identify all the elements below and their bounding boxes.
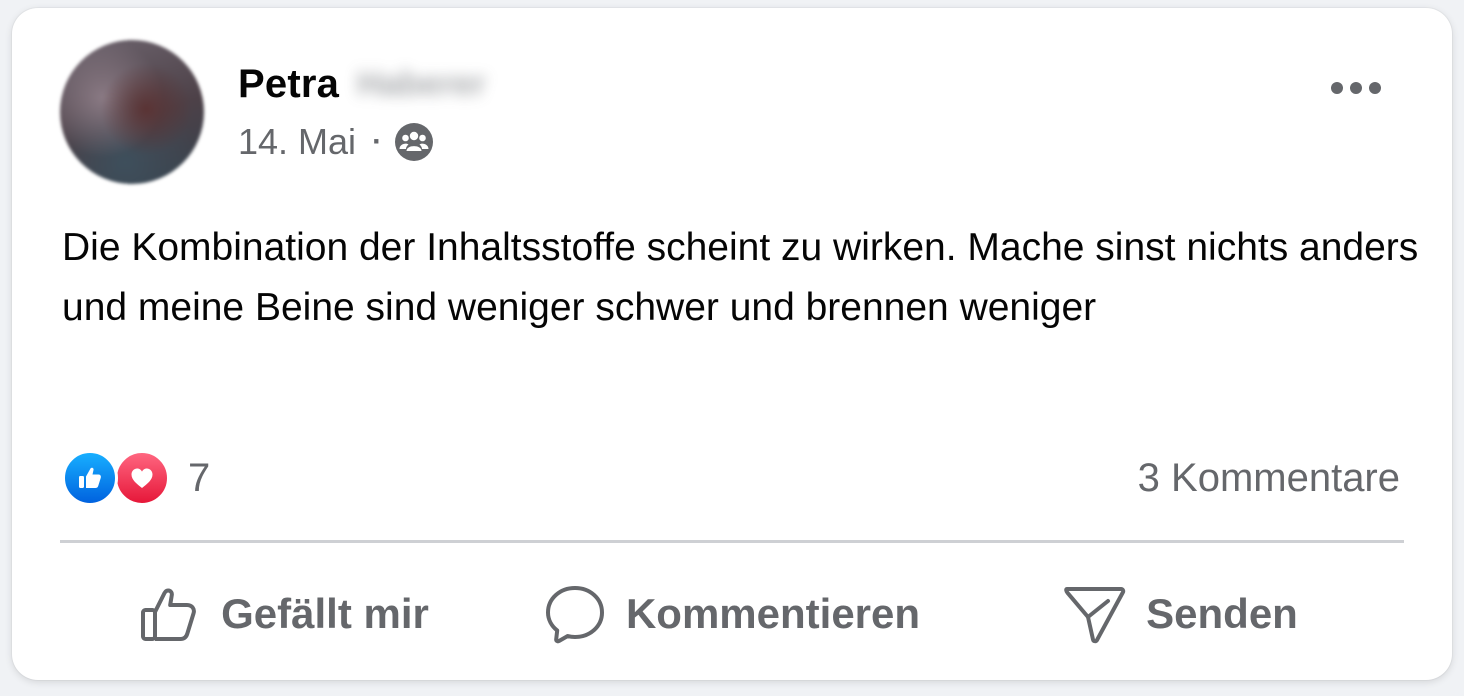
comment-label: Kommentieren: [625, 590, 921, 637]
like-label: Gefällt mir: [221, 590, 429, 637]
action-bar: Gefällt mir Kommentieren Senden: [60, 568, 1404, 660]
send-button[interactable]: Senden: [956, 568, 1404, 660]
post-text: Die Kombination der Inhaltsstoffe schein…: [62, 226, 1419, 329]
meta-separator: ·: [372, 125, 383, 158]
comment-bubble-icon: [545, 586, 604, 644]
author-name[interactable]: Petra: [238, 62, 339, 107]
comment-button[interactable]: Kommentieren: [508, 568, 956, 660]
reactions-summary[interactable]: 7: [62, 448, 210, 508]
avatar[interactable]: [60, 40, 204, 184]
author-name-obscured: Haberer: [357, 64, 486, 103]
thumbs-up-icon: [141, 588, 196, 641]
like-reaction-icon: [62, 450, 118, 506]
like-button[interactable]: Gefällt mir: [60, 568, 508, 660]
send-icon: [1064, 587, 1126, 644]
post-meta: 14. Mai ·: [238, 120, 434, 164]
reaction-icons: [62, 448, 174, 508]
more-options-icon: [1331, 82, 1381, 94]
post-card: Petra Haberer 14. Mai · Die Kombination …: [12, 8, 1452, 680]
author-row: Petra Haberer: [238, 60, 486, 108]
divider: [60, 540, 1404, 543]
reaction-count: 7: [188, 455, 211, 500]
comments-count-link[interactable]: 3 Kommentare: [1138, 448, 1400, 508]
group-icon: [394, 122, 434, 162]
more-options-button[interactable]: [1318, 64, 1394, 112]
post-date[interactable]: 14. Mai: [238, 121, 356, 163]
send-label: Senden: [1146, 590, 1298, 637]
love-reaction-icon: [114, 450, 170, 506]
